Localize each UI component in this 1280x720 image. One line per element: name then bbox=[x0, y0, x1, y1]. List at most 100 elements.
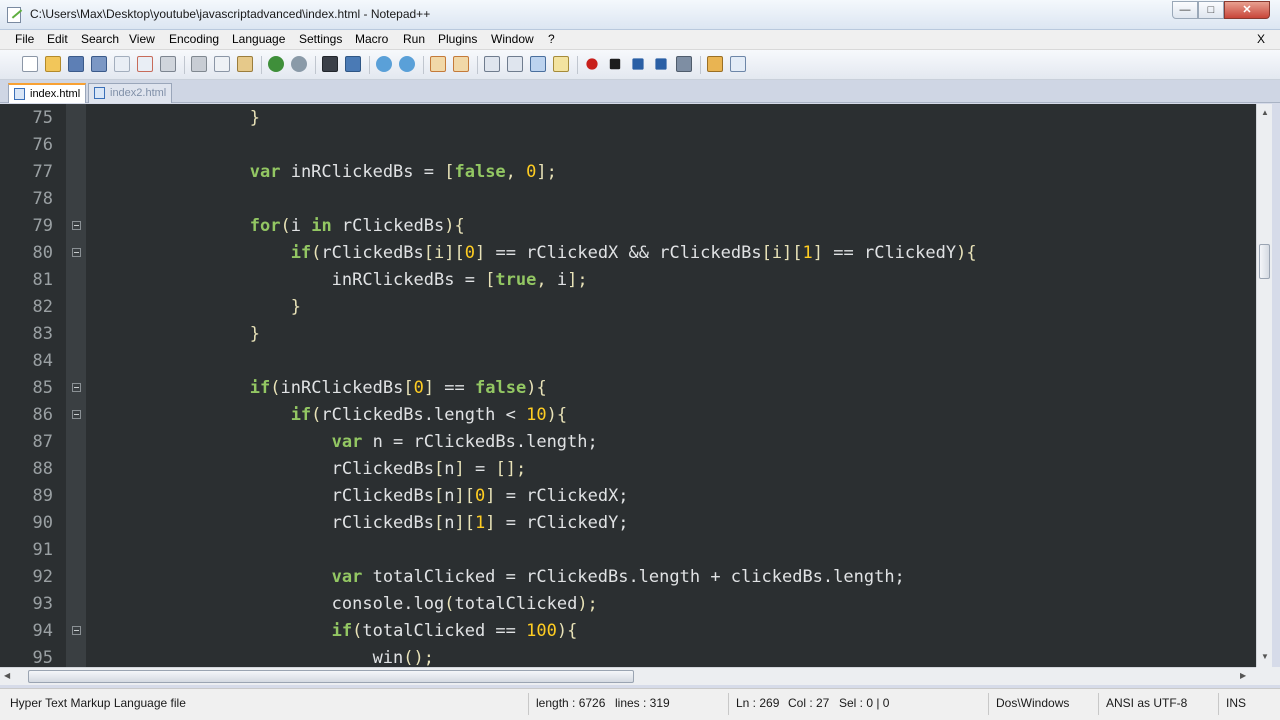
code-line[interactable]: 77 var inRClickedBs = [false, 0]; bbox=[0, 159, 1256, 186]
close-document-button[interactable]: X bbox=[1257, 32, 1265, 46]
word-wrap-icon[interactable] bbox=[484, 56, 500, 72]
menu-view[interactable]: View bbox=[129, 32, 155, 46]
line-number: 93 bbox=[32, 594, 53, 614]
code-line[interactable]: 78 bbox=[0, 186, 1256, 213]
fold-toggle-icon[interactable] bbox=[72, 248, 81, 257]
code-line[interactable]: 92 var totalClicked = rClickedBs.length … bbox=[0, 564, 1256, 591]
line-number: 89 bbox=[32, 486, 53, 506]
minimize-button[interactable]: — bbox=[1172, 1, 1198, 19]
window-title: C:\Users\Max\Desktop\youtube\javascripta… bbox=[30, 7, 431, 21]
undo-icon[interactable] bbox=[268, 56, 284, 72]
menu-file[interactable]: File bbox=[15, 32, 34, 46]
menu-edit[interactable]: Edit bbox=[47, 32, 68, 46]
code-line[interactable]: 87 var n = rClickedBs.length; bbox=[0, 429, 1256, 456]
status-length: length : 6726 bbox=[536, 696, 606, 710]
code-line[interactable]: 90 rClickedBs[n][1] = rClickedY; bbox=[0, 510, 1256, 537]
open-file-icon[interactable] bbox=[45, 56, 61, 72]
close-icon[interactable] bbox=[114, 56, 130, 72]
menu-window[interactable]: Window bbox=[491, 32, 534, 46]
fold-toggle-icon[interactable] bbox=[72, 383, 81, 392]
scroll-up-arrow-icon[interactable]: ▲ bbox=[1261, 108, 1269, 117]
indent-guide-icon[interactable] bbox=[530, 56, 546, 72]
run-macro-multiple-icon[interactable] bbox=[655, 58, 667, 70]
save-macro-icon[interactable] bbox=[676, 56, 692, 72]
line-number: 78 bbox=[32, 189, 53, 209]
code-line[interactable]: 83 } bbox=[0, 321, 1256, 348]
code-line[interactable]: 93 console.log(totalClicked); bbox=[0, 591, 1256, 618]
horizontal-scroll-thumb[interactable] bbox=[28, 670, 634, 683]
new-file-icon[interactable] bbox=[22, 56, 38, 72]
code-text: rClickedBs[n][0] = rClickedX; bbox=[86, 486, 629, 506]
code-line[interactable]: 94 if(totalClicked == 100){ bbox=[0, 618, 1256, 645]
close-all-icon[interactable] bbox=[137, 56, 153, 72]
print-icon[interactable] bbox=[160, 56, 176, 72]
code-text: if(rClickedBs.length < 10){ bbox=[86, 405, 568, 425]
code-text: win(); bbox=[86, 648, 434, 667]
code-line[interactable]: 79 for(i in rClickedBs){ bbox=[0, 213, 1256, 240]
document-tab-bar: index.html index2.html bbox=[0, 80, 1280, 103]
menu-settings[interactable]: Settings bbox=[299, 32, 342, 46]
save-icon[interactable] bbox=[68, 56, 84, 72]
code-line[interactable]: 82 } bbox=[0, 294, 1256, 321]
vertical-scrollbar[interactable]: ▲ ▼ bbox=[1256, 104, 1272, 667]
menu-macro[interactable]: Macro bbox=[355, 32, 388, 46]
scroll-down-arrow-icon[interactable]: ▼ bbox=[1261, 652, 1269, 661]
show-all-characters-icon[interactable] bbox=[507, 56, 523, 72]
play-macro-icon[interactable] bbox=[632, 58, 644, 70]
cut-icon[interactable] bbox=[191, 56, 207, 72]
language-icon[interactable] bbox=[553, 56, 569, 72]
zoom-out-icon[interactable] bbox=[399, 56, 415, 72]
code-line[interactable]: 91 bbox=[0, 537, 1256, 564]
tab-index2-html[interactable]: index2.html bbox=[88, 83, 172, 103]
close-window-button[interactable]: ✕ bbox=[1224, 1, 1270, 19]
code-text: } bbox=[86, 297, 301, 317]
horizontal-scrollbar[interactable]: ◀ ▶ bbox=[0, 667, 1256, 685]
menu-help[interactable]: ? bbox=[548, 32, 555, 46]
code-line[interactable]: 84 bbox=[0, 348, 1256, 375]
fold-toggle-icon[interactable] bbox=[72, 221, 81, 230]
stop-record-icon[interactable] bbox=[609, 58, 621, 70]
fold-toggle-icon[interactable] bbox=[72, 410, 81, 419]
spell-check-icon[interactable] bbox=[730, 56, 746, 72]
menu-search[interactable]: Search bbox=[81, 32, 119, 46]
code-line[interactable]: 89 rClickedBs[n][0] = rClickedX; bbox=[0, 483, 1256, 510]
replace-icon[interactable] bbox=[345, 56, 361, 72]
code-line[interactable]: 80 if(rClickedBs[i][0] == rClickedX && r… bbox=[0, 240, 1256, 267]
scroll-left-arrow-icon[interactable]: ◀ bbox=[4, 671, 10, 680]
launch-browser-icon[interactable] bbox=[707, 56, 723, 72]
record-macro-icon[interactable] bbox=[586, 58, 598, 70]
code-line[interactable]: 81 inRClickedBs = [true, i]; bbox=[0, 267, 1256, 294]
save-all-icon[interactable] bbox=[91, 56, 107, 72]
code-line[interactable]: 85 if(inRClickedBs[0] == false){ bbox=[0, 375, 1256, 402]
fold-toggle-icon[interactable] bbox=[72, 626, 81, 635]
tab-index-html[interactable]: index.html bbox=[8, 83, 86, 103]
code-editor[interactable]: 75 } 76 77 var inRClickedBs = [false, 0]; 7… bbox=[0, 104, 1256, 667]
code-line[interactable]: 88 rClickedBs[n] = []; bbox=[0, 456, 1256, 483]
code-text: if(inRClickedBs[0] == false){ bbox=[86, 378, 547, 398]
find-icon[interactable] bbox=[322, 56, 338, 72]
menu-plugins[interactable]: Plugins bbox=[438, 32, 477, 46]
scroll-right-arrow-icon[interactable]: ▶ bbox=[1240, 671, 1246, 680]
line-number: 83 bbox=[32, 324, 53, 344]
menu-language[interactable]: Language bbox=[232, 32, 285, 46]
paste-icon[interactable] bbox=[237, 56, 253, 72]
zoom-in-icon[interactable] bbox=[376, 56, 392, 72]
vertical-scroll-thumb[interactable] bbox=[1259, 244, 1270, 279]
code-line[interactable]: 76 bbox=[0, 132, 1256, 159]
code-text: rClickedBs[n][1] = rClickedY; bbox=[86, 513, 629, 533]
code-text: console.log(totalClicked); bbox=[86, 594, 598, 614]
menu-run[interactable]: Run bbox=[403, 32, 425, 46]
code-text: var inRClickedBs = [false, 0]; bbox=[86, 162, 557, 182]
code-line[interactable]: 75 } bbox=[0, 105, 1256, 132]
menu-encoding[interactable]: Encoding bbox=[169, 32, 219, 46]
status-file-type: Hyper Text Markup Language file bbox=[10, 696, 186, 710]
code-line[interactable]: 95 win(); bbox=[0, 645, 1256, 667]
line-number: 94 bbox=[32, 621, 53, 641]
toolbar-separator bbox=[423, 56, 424, 74]
code-line[interactable]: 86 if(rClickedBs.length < 10){ bbox=[0, 402, 1256, 429]
sync-horizontal-icon[interactable] bbox=[453, 56, 469, 72]
maximize-button[interactable]: □ bbox=[1198, 1, 1224, 19]
redo-icon[interactable] bbox=[291, 56, 307, 72]
sync-vertical-icon[interactable] bbox=[430, 56, 446, 72]
copy-icon[interactable] bbox=[214, 56, 230, 72]
